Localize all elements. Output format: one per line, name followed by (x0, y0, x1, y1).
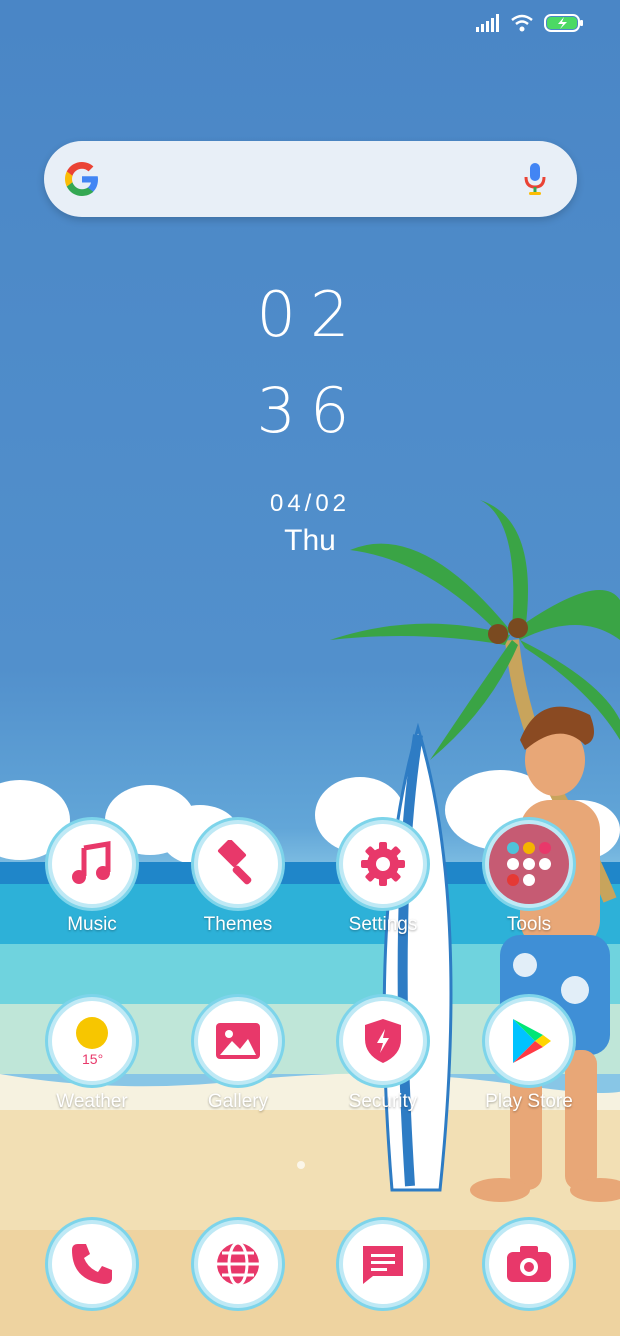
app-label: Music (67, 914, 117, 935)
music-note-icon (72, 841, 111, 884)
clock-minute[interactable]: 36 (0, 374, 620, 447)
clock-weekday: Thu (284, 524, 336, 557)
phone-icon (72, 1244, 112, 1284)
clock-date: 04/02 (269, 490, 351, 517)
app-label: Gallery (207, 1091, 269, 1112)
folder-icon (507, 842, 551, 886)
app-settings[interactable]: Settings (323, 816, 443, 936)
google-search-bar[interactable] (44, 141, 577, 217)
dock-camera[interactable] (469, 1216, 589, 1312)
app-security[interactable]: Security (323, 993, 443, 1113)
camera-icon (507, 1246, 551, 1282)
shield-icon (365, 1019, 401, 1063)
clock-hour[interactable]: 02 (0, 278, 620, 351)
image-icon (216, 1023, 260, 1059)
app-play-store[interactable]: Play Store (469, 993, 589, 1113)
play-store-icon (513, 1019, 551, 1063)
paintbrush-icon (217, 840, 252, 885)
gear-icon (361, 842, 405, 886)
messages-icon (363, 1246, 403, 1284)
signal-icon (476, 14, 499, 32)
dock-phone[interactable] (32, 1216, 152, 1312)
app-label: Tools (506, 914, 552, 935)
microphone-icon[interactable] (523, 161, 547, 197)
home-screen: 02 36 04/02 Thu Music Themes Settings To… (0, 0, 620, 1336)
app-themes[interactable]: Themes (178, 816, 298, 936)
app-label: Settings (348, 914, 418, 935)
battery-charging-icon (544, 14, 583, 32)
dock-browser[interactable] (178, 1216, 298, 1312)
google-logo-icon (65, 162, 98, 196)
app-label: Weather (56, 1091, 128, 1112)
search-input[interactable] (120, 159, 504, 201)
app-weather[interactable]: 15° Weather (32, 993, 152, 1113)
app-label: Themes (203, 914, 273, 935)
app-label: Play Store (485, 1091, 573, 1112)
weather-temp: 15° (82, 1051, 103, 1065)
page-indicator (297, 1161, 305, 1169)
folder-tools[interactable]: Tools (469, 816, 589, 936)
wifi-icon (511, 14, 533, 32)
dock-messages[interactable] (323, 1216, 443, 1312)
app-label: Security (348, 1091, 418, 1112)
app-gallery[interactable]: Gallery (178, 993, 298, 1113)
weather-sun-icon: 15° (76, 1017, 108, 1065)
browser-globe-icon (217, 1241, 259, 1287)
status-bar (476, 14, 584, 32)
app-music[interactable]: Music (32, 816, 152, 936)
